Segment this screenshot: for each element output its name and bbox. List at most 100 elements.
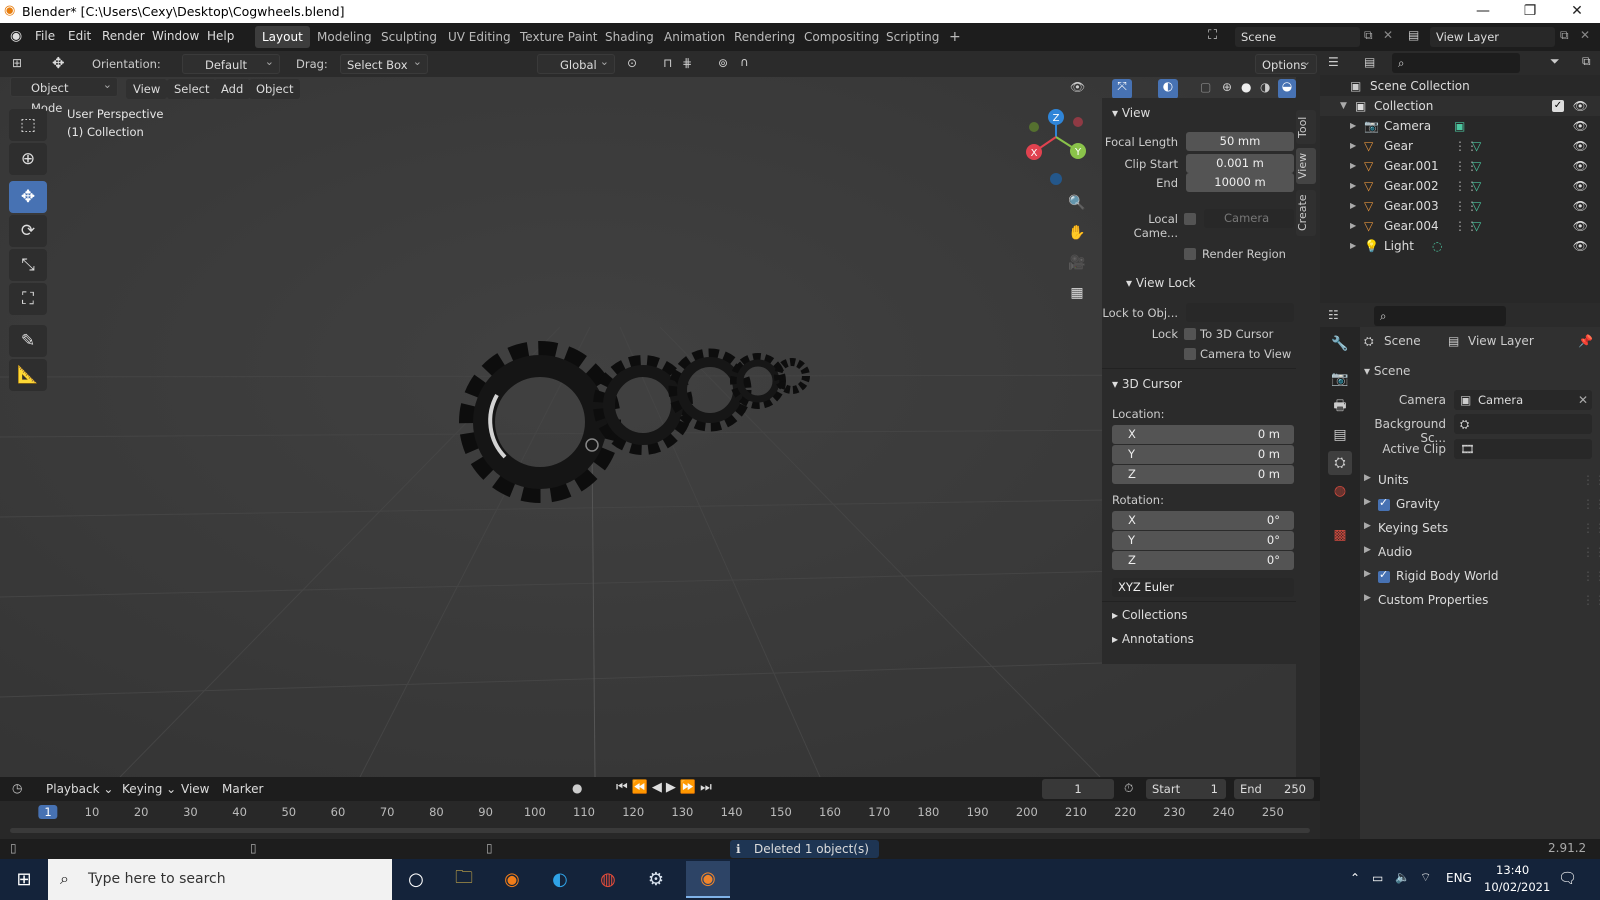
windows-start-icon[interactable]: ⊞ <box>2 861 46 898</box>
language-indicator[interactable]: ENG <box>1446 871 1472 885</box>
local-camera-checkbox[interactable] <box>1184 213 1196 225</box>
expand-arrow-icon[interactable]: ▶ <box>1350 196 1356 216</box>
playback-controls[interactable]: ⏮⏪◀▶⏩⏭ <box>616 780 716 795</box>
tab-uv-editing[interactable]: UV Editing <box>441 26 518 48</box>
annotate-tool[interactable]: ✎ <box>9 325 47 357</box>
clock-time[interactable]: 13:40 <box>1496 863 1529 877</box>
section-rigid-body-world[interactable]: ▶ Rigid Body World ⋮⋮ <box>1360 567 1600 587</box>
expand-arrow-icon[interactable]: ▶ <box>1364 521 1371 531</box>
properties-editor-icon[interactable]: ☷ <box>1328 308 1339 322</box>
drag-handle-icon[interactable]: ⋮⋮ <box>1582 593 1600 607</box>
scale-tool[interactable]: ⤡ <box>9 249 47 281</box>
cursor-location-x[interactable]: X 0 m <box>1112 425 1294 444</box>
marker-menu[interactable]: Marker <box>222 782 263 796</box>
new-view-layer-icon[interactable]: ⧉ <box>1560 28 1569 43</box>
view-layer-field[interactable]: View Layer <box>1430 27 1555 47</box>
expand-arrow-icon[interactable]: ▶ <box>1350 136 1356 156</box>
outliner-item-gear-003[interactable]: ▶ ▽ Gear.003 ⋮⋮ ▽ 👁 <box>1320 196 1600 216</box>
measure-tool[interactable]: 📐 <box>9 359 47 391</box>
view-section-header[interactable]: ▾ View <box>1112 106 1150 120</box>
expand-arrow-icon[interactable]: ▶ <box>1364 593 1371 603</box>
transform-tool[interactable]: ⛶ <box>9 283 47 315</box>
tab-rendering[interactable]: Rendering <box>727 26 802 48</box>
section-gravity[interactable]: ▶ Gravity ⋮⋮ <box>1360 495 1600 515</box>
scene-icon[interactable]: ⛶ <box>1208 28 1217 43</box>
visibility-eye-icon[interactable]: 👁 <box>1573 176 1588 196</box>
outliner-item-gear-004[interactable]: ▶ ▽ Gear.004 ⋮⋮ ▽ 👁 <box>1320 216 1600 236</box>
add-workspace-button[interactable]: + <box>942 26 968 48</box>
new-collection-icon[interactable]: ⧉ <box>1582 54 1591 69</box>
firefox-icon[interactable]: ◉ <box>490 861 534 898</box>
restore-button[interactable]: ❐ <box>1507 0 1553 23</box>
output-properties-tab-icon[interactable]: 🖶 <box>1328 395 1352 419</box>
falloff-icon[interactable]: ∩ <box>740 55 749 69</box>
wireframe-shading-icon[interactable]: ⊕ <box>1222 80 1232 94</box>
exclude-checkbox[interactable]: ✓ <box>1552 100 1564 112</box>
background-scene-field[interactable]: ⛭ <box>1454 414 1592 434</box>
sidebar-tab-view[interactable]: View <box>1296 148 1316 184</box>
viewport-menu-object[interactable]: Object <box>249 79 301 99</box>
camera-view-icon[interactable]: 🎥 <box>1064 250 1090 276</box>
pan-hand-icon[interactable]: ✋ <box>1064 220 1090 246</box>
timeline-view-menu[interactable]: View <box>181 782 209 796</box>
annotations-section-header[interactable]: ▸ Annotations <box>1112 632 1194 646</box>
clear-camera-icon[interactable]: ✕ <box>1578 393 1588 407</box>
delete-view-layer-icon[interactable]: ✕ <box>1580 28 1590 42</box>
display-mode-icon[interactable]: ▤ <box>1364 55 1375 69</box>
section-units[interactable]: ▶ Units ⋮⋮ <box>1360 471 1600 491</box>
scene-camera-field[interactable]: Camera <box>1454 390 1592 410</box>
viewport-menu-select[interactable]: Select <box>167 79 217 99</box>
drag-handle-icon[interactable]: ⋮⋮ <box>1582 473 1600 487</box>
close-window-button[interactable]: ✕ <box>1554 0 1600 23</box>
render-properties-tab-icon[interactable]: 📷 <box>1328 367 1352 391</box>
xray-icon[interactable]: ▢ <box>1200 80 1211 94</box>
collection-visibility-icon[interactable]: 👁 <box>1573 96 1588 116</box>
lock-to-object-field[interactable] <box>1186 303 1294 322</box>
mesh-data-icon[interactable]: ▽ <box>1472 196 1481 216</box>
options-dropdown[interactable]: Options <box>1255 52 1317 74</box>
blender-menu-icon[interactable]: ◉ <box>10 28 22 44</box>
collections-section-header[interactable]: ▸ Collections <box>1112 608 1187 622</box>
mesh-data-icon[interactable]: ▽ <box>1472 176 1481 196</box>
section-custom-properties[interactable]: ▶ Custom Properties ⋮⋮ <box>1360 591 1600 611</box>
visibility-eye-icon[interactable]: 👁 <box>1573 196 1588 216</box>
gizmo-toggle-icon[interactable]: ⤧ <box>1112 79 1132 99</box>
minimize-button[interactable]: — <box>1460 0 1506 23</box>
visibility-eye-icon[interactable]: 👁 <box>1573 116 1588 136</box>
menu-edit[interactable]: Edit <box>68 29 91 43</box>
select-box-tool[interactable]: ⬚ <box>9 109 47 141</box>
snap-icon[interactable]: ⊓ <box>663 56 672 70</box>
outliner-item-gear[interactable]: ▶ ▽ Gear ⋮⋮ ▽ 👁 <box>1320 136 1600 156</box>
lock-3d-cursor-checkbox[interactable] <box>1184 328 1196 340</box>
visibility-eye-icon[interactable]: 👁 <box>1573 136 1588 156</box>
orientation-dropdown[interactable]: Default <box>182 52 280 74</box>
menu-render[interactable]: Render <box>102 29 145 43</box>
tab-layout[interactable]: Layout <box>255 26 310 48</box>
playback-menu[interactable]: Playback ⌄ <box>46 782 113 796</box>
menu-file[interactable]: File <box>35 29 55 43</box>
transform-orientation-dropdown[interactable]: Global <box>537 52 615 74</box>
timeline-editor-icon[interactable]: ◷ <box>12 781 22 795</box>
active-clip-field[interactable]: 🎞 <box>1454 439 1592 459</box>
outliner-item-gear-002[interactable]: ▶ ▽ Gear.002 ⋮⋮ ▽ 👁 <box>1320 176 1600 196</box>
scene-section-header[interactable]: ▾ Scene <box>1364 364 1410 378</box>
material-shading-icon[interactable]: ◑ <box>1260 80 1270 94</box>
properties-search-input[interactable]: ⌕ <box>1374 306 1506 326</box>
tab-shading[interactable]: Shading <box>598 26 661 48</box>
timeline-scrollbar[interactable] <box>10 828 1310 833</box>
expand-arrow-icon[interactable]: ▶ <box>1350 156 1356 176</box>
end-frame-field[interactable]: End 250 <box>1234 779 1314 799</box>
cursor-tool[interactable]: ⊕ <box>9 143 47 175</box>
expand-arrow-icon[interactable]: ▶ <box>1364 473 1371 483</box>
keying-menu[interactable]: Keying ⌄ <box>122 782 176 796</box>
current-frame-indicator[interactable]: 1 <box>38 805 58 819</box>
delete-scene-icon[interactable]: ✕ <box>1383 28 1393 42</box>
mode-dropdown[interactable]: Object Mode <box>10 75 118 115</box>
taskbar-search-box[interactable]: ⌕ Type here to search <box>48 859 392 900</box>
clip-end-field[interactable]: 10000 m <box>1186 173 1294 192</box>
mesh-data-icon[interactable]: ▽ <box>1472 136 1481 156</box>
view-layer-icon[interactable]: ▤ <box>1408 28 1419 42</box>
visibility-eye-icon[interactable]: 👁 <box>1573 216 1588 236</box>
view-lock-header[interactable]: ▾ View Lock <box>1126 276 1196 290</box>
cursor-rotation-y[interactable]: Y 0° <box>1112 531 1294 550</box>
